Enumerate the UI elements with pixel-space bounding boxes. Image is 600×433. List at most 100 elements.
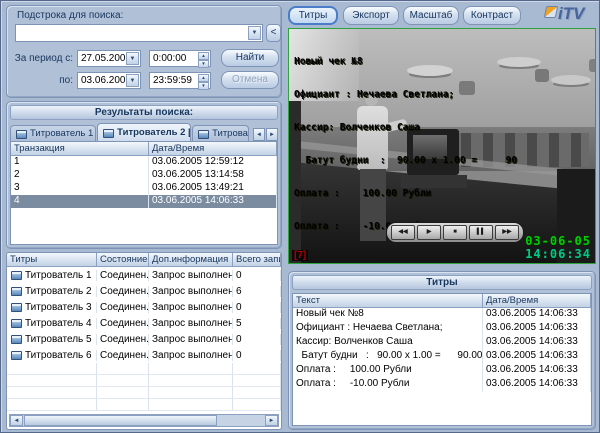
osd-time: 14:06:34: [525, 248, 591, 261]
titler-state: Соединен...: [97, 286, 149, 297]
title-text: Батут будни : 90.00 x 1.00 = 90.00: [293, 350, 483, 364]
overlay-line: Новый чек №8: [294, 56, 517, 67]
itv-logo: iTV: [545, 4, 593, 26]
titlers-table-header: Титры Состояние Доп.информация Всего зап…: [7, 253, 281, 267]
transaction-datetime: 03.06.2005 12:59:12: [149, 156, 277, 169]
tab-titler-2[interactable]: Титрователь 2 [4]: [97, 123, 191, 141]
to-time-spin[interactable]: ▲ ▼: [198, 74, 209, 87]
empty-row: [7, 399, 281, 411]
col-datetime[interactable]: Дата/Время: [483, 294, 591, 308]
pause-button[interactable]: ▌▌: [469, 225, 493, 240]
from-time-spinner[interactable]: 0:00:00 ▲ ▼: [149, 50, 211, 67]
titles-table: Текст Дата/Время Новый чек №8 03.06.2005…: [292, 293, 592, 426]
overlay-line: Кассир: Волченков Саша: [294, 122, 517, 133]
search-input[interactable]: ▼: [15, 24, 263, 42]
spin-up-icon[interactable]: ▲: [198, 52, 209, 60]
titler-row[interactable]: Титрователь 6 Соединен... Запрос выполне…: [7, 347, 281, 363]
to-time-value: 23:59:59: [153, 75, 192, 86]
scroll-left-icon[interactable]: ◄: [10, 415, 23, 426]
transaction-id: 3: [11, 182, 149, 195]
spin-down-icon[interactable]: ▼: [198, 82, 209, 90]
spin-down-icon[interactable]: ▼: [198, 60, 209, 68]
rewind-button[interactable]: ◀◀: [391, 225, 415, 240]
titler-row[interactable]: Титрователь 4 Соединен... Запрос выполне…: [7, 315, 281, 331]
scroll-right-icon[interactable]: ►: [265, 415, 278, 426]
tab-titler-1[interactable]: Титрователь 1 [0]: [10, 125, 96, 141]
from-time-spin[interactable]: ▲ ▼: [198, 52, 209, 65]
find-button[interactable]: Найти: [221, 49, 279, 67]
zoom-button[interactable]: Масштаб: [403, 6, 459, 25]
forward-button[interactable]: ▶▶: [495, 225, 519, 240]
search-dropdown-icon[interactable]: ▼: [248, 26, 261, 40]
search-more-button[interactable]: <: [266, 24, 281, 42]
title-datetime: 03.06.2005 14:06:33: [483, 336, 591, 350]
scrollbar-thumb[interactable]: [24, 415, 217, 426]
col-datetime[interactable]: Дата/Время: [149, 142, 277, 156]
title-text: Кассир: Волченков Саша: [293, 336, 483, 350]
video-frame[interactable]: Новый чек №8 Официант : Нечаева Светлана…: [288, 28, 596, 264]
tab-scroll-left-icon[interactable]: ◄: [253, 128, 265, 141]
tab-label: Титрователь 2 [4]: [117, 127, 191, 138]
titler-row[interactable]: Титрователь 2 Соединен... Запрос выполне…: [7, 283, 281, 299]
cafe-table: [551, 75, 591, 85]
titler-name: Титрователь 1: [25, 270, 92, 281]
transactions-table: Транзакция Дата/Время 1 03.06.2005 12:59…: [10, 141, 278, 245]
transaction-row[interactable]: 3 03.06.2005 13:49:21: [11, 182, 277, 195]
titler-info: Запрос выполнен: [149, 350, 233, 361]
titler-icon: [11, 319, 22, 328]
empty-row: [7, 387, 281, 399]
tab-scroll-arrows: ◄ ►: [252, 128, 278, 141]
transaction-row-selected[interactable]: 4 03.06.2005 14:06:33: [11, 195, 277, 208]
to-date-select[interactable]: 03.06.2005 ▼: [77, 72, 141, 89]
play-button[interactable]: ▶: [417, 225, 441, 240]
titles-header: Титры: [292, 275, 592, 290]
title-row[interactable]: Официант : Нечаева Светлана; 03.06.2005 …: [293, 322, 591, 336]
contrast-button[interactable]: Контраст: [463, 6, 521, 25]
col-state[interactable]: Состояние: [97, 253, 149, 267]
transaction-datetime: 03.06.2005 14:06:33: [149, 195, 277, 208]
col-titles[interactable]: Титры: [7, 253, 97, 267]
titler-state: Соединен...: [97, 318, 149, 329]
titler-total: 0: [233, 302, 281, 313]
col-text[interactable]: Текст: [293, 294, 483, 308]
to-date-dropdown-icon[interactable]: ▼: [126, 74, 139, 87]
titler-info: Запрос выполнен: [149, 286, 233, 297]
titlers-panel: Титры Состояние Доп.информация Всего зап…: [6, 252, 282, 430]
title-row[interactable]: Новый чек №8 03.06.2005 14:06:33: [293, 308, 591, 322]
titler-row[interactable]: Титрователь 3 Соединен... Запрос выполне…: [7, 299, 281, 315]
spin-up-icon[interactable]: ▲: [198, 74, 209, 82]
stop-button[interactable]: ■: [443, 225, 467, 240]
transaction-row[interactable]: 2 03.06.2005 13:14:58: [11, 169, 277, 182]
receipt-overlay: Новый чек №8 Официант : Нечаева Светлана…: [294, 34, 517, 254]
titler-row[interactable]: Титрователь 1 Соединен... Запрос выполне…: [7, 267, 281, 283]
horizontal-scrollbar[interactable]: ◄ ►: [9, 414, 279, 427]
from-date-dropdown-icon[interactable]: ▼: [126, 52, 139, 65]
search-panel: Подстрока для поиска: ▼ < За период с: 2…: [6, 5, 282, 98]
title-row[interactable]: Батут будни : 90.00 x 1.00 = 90.00 03.06…: [293, 350, 591, 364]
from-date-select[interactable]: 27.05.2005 ▼: [77, 50, 141, 67]
export-button[interactable]: Экспорт: [343, 6, 399, 25]
tab-titler-3[interactable]: Титровател: [192, 125, 249, 141]
to-time-spinner[interactable]: 23:59:59 ▲ ▼: [149, 72, 211, 89]
titler-tabs: Титрователь 1 [0] Титрователь 2 [4] Титр…: [10, 123, 278, 141]
titler-icon: [11, 303, 22, 312]
tab-scroll-right-icon[interactable]: ►: [266, 128, 278, 141]
title-text: Оплата : -10.00 Рубли: [293, 378, 483, 392]
titler-name: Титрователь 3: [25, 302, 92, 313]
title-row[interactable]: Кассир: Волченков Саша 03.06.2005 14:06:…: [293, 336, 591, 350]
titler-info: Запрос выполнен: [149, 318, 233, 329]
transaction-row[interactable]: 1 03.06.2005 12:59:12: [11, 156, 277, 169]
transaction-datetime: 03.06.2005 13:49:21: [149, 182, 277, 195]
tab-label: Титрователь 1 [0]: [30, 128, 96, 139]
col-info[interactable]: Доп.информация: [149, 253, 233, 267]
col-transaction[interactable]: Транзакция: [11, 142, 149, 156]
titler-total: 0: [233, 350, 281, 361]
titler-row[interactable]: Титрователь 5 Соединен... Запрос выполне…: [7, 331, 281, 347]
titler-icon: [16, 130, 27, 139]
title-row[interactable]: Оплата : 100.00 Рубли 03.06.2005 14:06:3…: [293, 364, 591, 378]
title-text: Новый чек №8: [293, 308, 483, 322]
col-total[interactable]: Всего запис: [233, 253, 281, 267]
title-row[interactable]: Оплата : -10.00 Рубли 03.06.2005 14:06:3…: [293, 378, 591, 392]
titles-button[interactable]: Титры: [288, 6, 338, 25]
titler-icon: [11, 335, 22, 344]
